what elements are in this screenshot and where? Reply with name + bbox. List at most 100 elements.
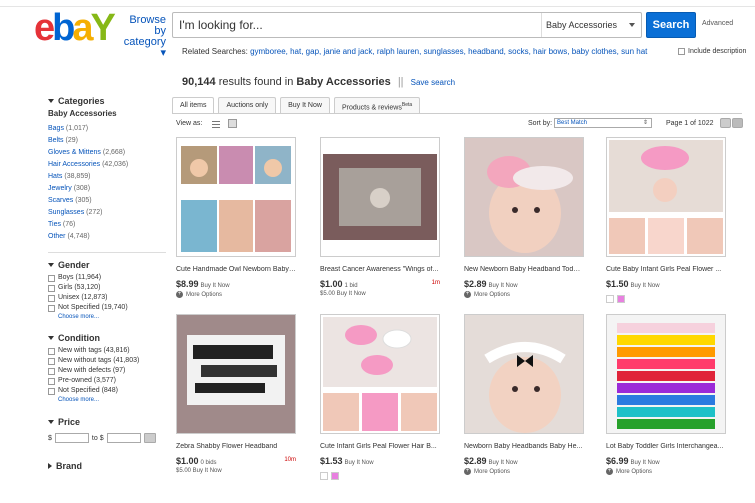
checkbox[interactable] bbox=[48, 347, 55, 355]
related-search-link[interactable]: baby clothes, bbox=[572, 47, 619, 56]
item-thumbnail[interactable] bbox=[464, 137, 584, 257]
related-search-link[interactable]: sunglasses, bbox=[424, 47, 466, 56]
category-link[interactable]: Scarves (305) bbox=[48, 195, 166, 207]
category-link[interactable]: Bags (1,017) bbox=[48, 123, 166, 135]
gender-filter[interactable]: Not Specified (19,740) bbox=[48, 303, 166, 313]
condition-choose-more[interactable]: Choose more... bbox=[58, 396, 166, 405]
category-link[interactable]: Hair Accessories (42,036) bbox=[48, 159, 166, 171]
list-view-icon[interactable] bbox=[212, 119, 221, 128]
item-title[interactable]: Cute Infant Girls Peal Flower Hair B... bbox=[320, 443, 440, 450]
brand-heading[interactable]: Brand bbox=[48, 461, 166, 471]
checkbox[interactable] bbox=[48, 387, 55, 395]
price-min-input[interactable] bbox=[54, 433, 89, 443]
related-search-link[interactable]: headband, bbox=[468, 47, 506, 56]
browse-by-category[interactable]: Browse by category ▾ bbox=[118, 15, 166, 59]
tab-all-items[interactable]: All items bbox=[172, 97, 215, 114]
more-options[interactable]: + More Options bbox=[464, 468, 584, 475]
item-card[interactable]: Lot Baby Toddler Girls Interchangea... $6… bbox=[606, 314, 726, 475]
price-max-input[interactable] bbox=[106, 433, 141, 443]
color-swatch[interactable] bbox=[606, 295, 614, 303]
checkbox[interactable] bbox=[48, 284, 55, 292]
category-link[interactable]: Ties (76) bbox=[48, 219, 166, 231]
gender-choose-more[interactable]: Choose more... bbox=[58, 313, 166, 322]
category-link[interactable]: Hats (38,859) bbox=[48, 171, 166, 183]
categories-heading[interactable]: Categories bbox=[48, 96, 166, 106]
related-search-link[interactable]: sun hat bbox=[621, 47, 647, 56]
related-search-link[interactable]: socks, bbox=[508, 47, 531, 56]
price-heading[interactable]: Price bbox=[48, 417, 166, 427]
include-description[interactable]: Include description bbox=[678, 48, 746, 55]
condition-filter[interactable]: New without tags (41,803) bbox=[48, 356, 166, 366]
category-link[interactable]: Belts (29) bbox=[48, 135, 166, 147]
checkbox[interactable] bbox=[48, 377, 55, 385]
next-page-button[interactable] bbox=[732, 118, 743, 128]
item-card[interactable]: Cute Handmade Owl Newborn Baby ... $8.99 B… bbox=[176, 137, 296, 298]
more-options[interactable]: + More Options bbox=[176, 291, 296, 298]
item-card[interactable]: Zebra Shabby Flower Headband $1.00 0 bids 1… bbox=[176, 314, 296, 474]
checkbox[interactable] bbox=[48, 274, 55, 282]
advanced-search-link[interactable]: Advanced bbox=[702, 20, 733, 27]
item-card[interactable]: Breast Cancer Awareness "Wings of... $1.0… bbox=[320, 137, 440, 297]
item-title[interactable]: Lot Baby Toddler Girls Interchangea... bbox=[606, 443, 726, 450]
condition-heading[interactable]: Condition i bbox=[48, 333, 188, 343]
ebay-logo[interactable]: ebaY bbox=[34, 9, 116, 47]
category-select[interactable]: Baby Accessories bbox=[541, 13, 643, 37]
checkbox[interactable] bbox=[48, 304, 55, 312]
condition-filter[interactable]: Not Specified (848) bbox=[48, 386, 166, 396]
color-swatch[interactable] bbox=[617, 295, 625, 303]
related-search-link[interactable]: hat, bbox=[290, 47, 303, 56]
category-link[interactable]: Gloves & Mittens (2,668) bbox=[48, 147, 166, 159]
related-search-link[interactable]: gymboree, bbox=[250, 47, 288, 56]
color-swatch[interactable] bbox=[320, 472, 328, 480]
related-search-link[interactable]: hair bows, bbox=[533, 47, 569, 56]
sort-select[interactable]: Best Match ⇕ bbox=[554, 118, 652, 128]
item-thumbnail[interactable] bbox=[464, 314, 584, 434]
item-title[interactable]: Breast Cancer Awareness "Wings of... bbox=[320, 266, 440, 273]
item-thumbnail[interactable] bbox=[176, 314, 296, 434]
item-card[interactable]: Newborn Baby Headbands Baby He... $2.89 Bu… bbox=[464, 314, 584, 475]
item-thumbnail[interactable] bbox=[606, 137, 726, 257]
item-card[interactable]: Cute Baby Infant Girls Peal Flower ... $1… bbox=[606, 137, 726, 308]
gender-heading[interactable]: Gender bbox=[48, 260, 166, 270]
item-title[interactable]: Zebra Shabby Flower Headband bbox=[176, 443, 296, 450]
tab-auctions-only[interactable]: Auctions only bbox=[218, 97, 277, 114]
gender-filter[interactable]: Unisex (12,873) bbox=[48, 293, 166, 303]
condition-filter[interactable]: New with tags (43,816) bbox=[48, 346, 166, 356]
item-card[interactable]: New Newborn Baby Headband Toddl... $2.89 B… bbox=[464, 137, 584, 298]
item-title[interactable]: Newborn Baby Headbands Baby He... bbox=[464, 443, 584, 450]
item-thumbnail[interactable] bbox=[320, 314, 440, 434]
item-title[interactable]: New Newborn Baby Headband Toddl... bbox=[464, 266, 584, 273]
more-options[interactable]: + More Options bbox=[464, 291, 584, 298]
condition-filter[interactable]: Pre-owned (3,577) bbox=[48, 376, 166, 386]
condition-filter[interactable]: New with defects (97) bbox=[48, 366, 166, 376]
checkbox[interactable] bbox=[48, 367, 55, 375]
search-button[interactable]: Search bbox=[646, 12, 696, 38]
checkbox[interactable] bbox=[48, 357, 55, 365]
search-input[interactable] bbox=[179, 14, 539, 36]
save-search-link[interactable]: Save search bbox=[411, 78, 455, 87]
item-card[interactable]: Cute Infant Girls Peal Flower Hair B... $… bbox=[320, 314, 440, 485]
prev-page-button[interactable] bbox=[720, 118, 731, 128]
category-link[interactable]: Jewelry (308) bbox=[48, 183, 166, 195]
category-link[interactable]: Other (4,748) bbox=[48, 231, 166, 243]
color-swatch[interactable] bbox=[331, 472, 339, 480]
chevron-down-icon bbox=[629, 23, 635, 27]
item-thumbnail[interactable] bbox=[320, 137, 440, 257]
category-link[interactable]: Sunglasses (272) bbox=[48, 207, 166, 219]
price-go-button[interactable] bbox=[143, 433, 156, 443]
item-thumbnail[interactable] bbox=[606, 314, 726, 434]
more-options[interactable]: + More Options bbox=[606, 468, 726, 475]
item-title[interactable]: Cute Baby Infant Girls Peal Flower ... bbox=[606, 266, 726, 273]
include-description-checkbox[interactable] bbox=[678, 48, 685, 55]
item-title[interactable]: Cute Handmade Owl Newborn Baby ... bbox=[176, 266, 296, 273]
checkbox[interactable] bbox=[48, 294, 55, 302]
item-thumbnail[interactable] bbox=[176, 137, 296, 257]
related-search-link[interactable]: janie and jack, bbox=[323, 47, 374, 56]
gender-filter[interactable]: Boys (11,964) bbox=[48, 273, 166, 283]
tab-buy-it-now[interactable]: Buy It Now bbox=[280, 97, 330, 114]
gallery-view-icon[interactable] bbox=[228, 119, 237, 128]
related-search-link[interactable]: ralph lauren, bbox=[377, 47, 421, 56]
gender-filter[interactable]: Girls (53,120) bbox=[48, 283, 166, 293]
related-search-link[interactable]: gap, bbox=[306, 47, 322, 56]
tab-products-reviews[interactable]: Products & reviewsBeta bbox=[333, 97, 421, 114]
